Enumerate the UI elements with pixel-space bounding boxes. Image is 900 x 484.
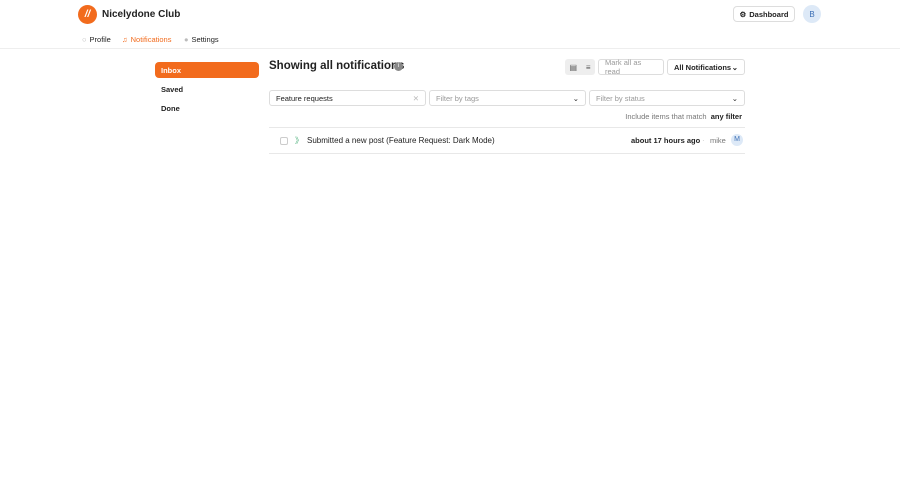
chevron-down-icon: ⌄ — [731, 62, 738, 72]
status-filter[interactable]: Filter by status ⌄ — [589, 90, 745, 106]
nav-settings[interactable]: ● Settings — [184, 35, 219, 44]
clear-icon[interactable]: ✕ — [413, 94, 419, 103]
gear-icon: ⚙ — [739, 9, 747, 19]
sidebar-item-inbox[interactable]: Inbox — [155, 62, 259, 78]
notification-filter-select[interactable]: All Notifications ⌄ — [667, 59, 745, 75]
match-mode-toggle[interactable]: any filter — [711, 112, 742, 121]
page-title: Showing all notifications — [269, 60, 405, 72]
sidebar-item-saved[interactable]: Saved — [155, 81, 259, 97]
nav-notifications[interactable]: ♫ Notifications — [122, 35, 171, 44]
notification-time: about 17 hours ago — [631, 136, 701, 145]
chevron-down-icon: ⌄ — [731, 93, 738, 103]
bell-icon: ♫ — [122, 35, 128, 44]
user-avatar[interactable]: M — [731, 134, 743, 146]
table-row[interactable]: 》 Submitted a new post (Feature Request:… — [269, 127, 745, 154]
logo[interactable]: // — [78, 5, 97, 24]
mark-all-read-button[interactable]: Mark all as read — [598, 58, 664, 76]
rss-icon: 》 — [295, 136, 303, 145]
dashboard-button[interactable]: ⚙ Dashboard — [733, 6, 795, 22]
view-toggle[interactable]: ▤ ≡ — [565, 59, 595, 75]
match-mode: Include items that match any filter — [625, 112, 742, 121]
sidebar-item-done[interactable]: Done — [155, 100, 259, 116]
list-view-icon[interactable]: ≡ — [586, 63, 591, 72]
notification-text[interactable]: Submitted a new post (Feature Request: D… — [307, 136, 495, 145]
divider — [0, 48, 900, 49]
search-input[interactable]: Feature requests ✕ — [269, 90, 426, 106]
nav-profile[interactable]: ○ Profile — [82, 35, 111, 44]
tags-filter[interactable]: Filter by tags ⌄ — [429, 90, 586, 106]
row-checkbox[interactable] — [280, 137, 288, 145]
chevron-down-icon: ⌄ — [572, 93, 579, 103]
card-view-icon[interactable]: ▤ — [569, 63, 577, 72]
notification-user: mike — [710, 136, 726, 145]
info-icon[interactable]: i — [394, 62, 403, 71]
separator: · — [702, 136, 705, 145]
user-icon: ○ — [82, 35, 87, 44]
brand-name: Nicelydone Club — [102, 9, 181, 20]
avatar[interactable]: B — [803, 5, 821, 23]
gear-icon: ● — [184, 35, 189, 44]
